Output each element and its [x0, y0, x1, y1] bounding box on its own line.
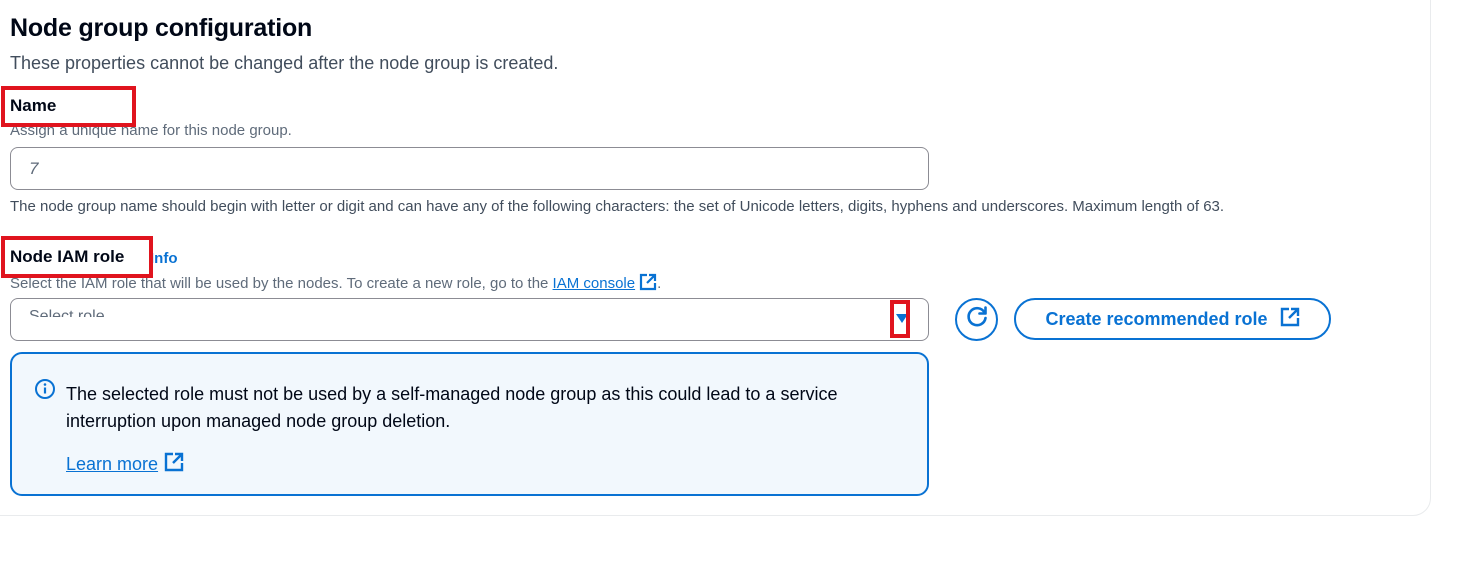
iam-role-select-value: Select role	[29, 309, 105, 317]
info-icon	[34, 378, 56, 405]
info-alert: The selected role must not be used by a …	[10, 352, 929, 496]
iam-role-description-prefix: Select the IAM role that will be used by…	[10, 275, 553, 292]
iam-role-description: Select the IAM role that will be used by…	[10, 273, 661, 295]
name-input[interactable]	[10, 147, 929, 190]
external-link-icon	[164, 452, 184, 477]
iam-role-description-suffix: .	[657, 275, 662, 292]
caret-down-icon[interactable]	[896, 314, 908, 323]
alert-message: The selected role must not be used by a …	[66, 384, 838, 431]
learn-more-link[interactable]: Learn more	[66, 452, 184, 477]
page-title: Node group configuration	[10, 14, 313, 42]
name-label: Name	[10, 96, 57, 115]
iam-role-label: Node IAM role	[10, 247, 125, 266]
refresh-icon	[964, 304, 990, 335]
iam-role-select[interactable]: Select role	[10, 298, 929, 341]
iam-console-link[interactable]: IAM console	[553, 275, 636, 292]
info-link[interactable]: Info	[150, 250, 178, 267]
external-link-icon	[1280, 307, 1300, 332]
section-subtitle: These properties cannot be changed after…	[10, 53, 559, 73]
external-link-icon[interactable]	[639, 273, 657, 295]
name-constraint-text: The node group name should begin with le…	[10, 198, 1225, 215]
learn-more-label: Learn more	[66, 454, 159, 474]
name-description: Assign a unique name for this node group…	[10, 122, 292, 139]
create-recommended-role-button[interactable]: Create recommended role	[1014, 298, 1331, 340]
refresh-button[interactable]	[955, 298, 998, 341]
create-recommended-role-label: Create recommended role	[1045, 308, 1268, 329]
